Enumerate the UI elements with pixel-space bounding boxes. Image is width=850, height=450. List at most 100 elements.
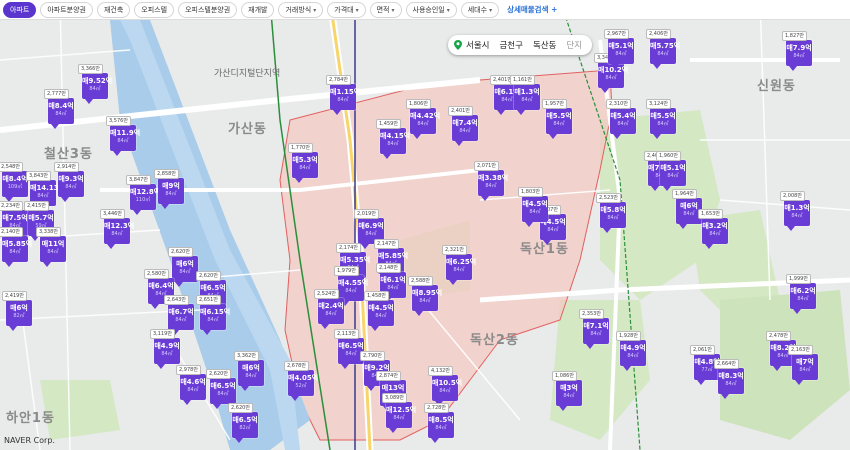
listing-marker[interactable]: 1,459만 매4.15억 84㎡ (376, 119, 410, 159)
sale-price: 매4.42억 (410, 112, 441, 120)
sale-price: 매4.5억 (368, 304, 394, 312)
listing-marker[interactable]: 3,576만 매11.9억 84㎡ (106, 116, 140, 156)
listing-marker[interactable]: 2,914만 매9.3억 84㎡ (54, 162, 84, 202)
price-per-pyeong: 2,140만 (0, 227, 23, 237)
listing-marker[interactable]: 2,620만매6.5억84㎡ (206, 369, 236, 409)
listing-marker[interactable]: 3,124만 매5.5억 84㎡ (646, 99, 676, 139)
listing-marker[interactable]: 2,071만 매3.38억 84㎡ (474, 161, 508, 201)
listing-marker[interactable]: 2,967만 매5.1억 84㎡ (604, 29, 634, 69)
sale-price: 매6.5억 (200, 284, 226, 292)
listing-marker[interactable]: 2,784만 매1.15억 84㎡ (326, 75, 360, 115)
location-breadcrumb[interactable]: 서울시 금천구 독산동 단지 (448, 35, 592, 55)
listing-marker[interactable]: 1,458만 매4.5억 84㎡ (364, 291, 394, 331)
listing-marker[interactable]: 3,119만 매4.9억 84㎡ (150, 329, 180, 369)
listing-marker[interactable]: 2,310만 매5.4억 84㎡ (606, 99, 636, 139)
listing-marker[interactable]: 2,588만 매8.95억 84㎡ (408, 276, 442, 316)
unit-area: 84㎡ (217, 391, 229, 397)
listing-marker[interactable]: 2,321만 매6.25억 84㎡ (442, 245, 476, 285)
listing-marker[interactable]: 2,548만 매8.4억 109㎡ (0, 162, 28, 202)
price-per-pyeong: 2,148만 (376, 263, 401, 273)
listing-marker[interactable]: 1,999만 매6.2억 84㎡ (786, 274, 816, 314)
listing-marker[interactable]: 3,362만 매6억 84㎡ (234, 351, 264, 391)
listing-marker[interactable]: 1,161만 매1.3억 84㎡ (510, 75, 540, 115)
listing-marker[interactable]: 2,406만 매5.75억 84㎡ (646, 29, 680, 69)
price-per-pyeong: 1,827만 (782, 31, 807, 41)
listing-marker[interactable]: 2,401만 매7.4억 84㎡ (448, 106, 478, 146)
listing-marker[interactable]: 2,523만 매5.8억 84㎡ (596, 193, 626, 233)
breadcrumb-dong[interactable]: 독산동 (533, 39, 556, 51)
listing-marker[interactable]: 2,524만 매2.4억 84㎡ (314, 289, 344, 329)
listing-marker[interactable]: 1,960만 매5.1억 84㎡ (656, 151, 686, 191)
filter-officetel-presale[interactable]: 오피스텔분양권 (178, 1, 238, 18)
listing-marker[interactable]: 1,653만 매3.2억 84㎡ (698, 209, 728, 249)
price-per-pyeong: 1,960만 (656, 151, 681, 161)
filter-bar: 아파트 아파트분양권 재건축 오피스텔 오피스텔분양권 재개발 거래방식 ▾ 가격… (0, 0, 850, 20)
listing-marker[interactable]: 1,086만 매3억 84㎡ (552, 371, 582, 411)
filter-area[interactable]: 면적 ▾ (369, 1, 402, 18)
sale-price: 매8.3억 (718, 372, 744, 380)
listing-marker[interactable]: 2,728만 매8.5억 84㎡ (424, 403, 454, 443)
listing-marker[interactable]: 1,827만 매7.9억 84㎡ (782, 31, 812, 71)
sale-price: 매1.3억 (784, 204, 810, 212)
listing-marker[interactable]: 3,366만 매9.52억 84㎡ (78, 64, 112, 104)
filter-redevelopment[interactable]: 재개발 (241, 1, 275, 18)
price-per-pyeong: 2,664만 (714, 359, 739, 369)
unit-area: 84㎡ (485, 183, 497, 189)
listing-marker[interactable]: 2,643만 매6.7억 84㎡ (164, 295, 194, 335)
listing-marker[interactable]: 2,651만 매6.15억 84㎡ (196, 295, 230, 335)
location-pin-icon (454, 40, 462, 50)
listing-marker[interactable]: 4,132만 매10.5억 84㎡ (428, 366, 462, 406)
listing-marker[interactable]: 3,089만 매12.5억 84㎡ (382, 393, 416, 433)
listing-marker[interactable]: 2,008만 매1.3억 84㎡ (780, 191, 810, 231)
listing-marker[interactable]: 2,353만 매7.1억 84㎡ (579, 309, 609, 349)
unit-area: 84㎡ (709, 231, 721, 237)
listing-marker[interactable]: 3,338만 매11억 84㎡ (36, 227, 66, 267)
price-per-pyeong: 3,119만 (150, 329, 175, 339)
filter-apartment[interactable]: 아파트 (3, 1, 37, 18)
listing-marker[interactable]: 2,419만 매6억 82㎡ (2, 291, 32, 331)
filter-approval-date[interactable]: 사용승인일 ▾ (405, 1, 457, 18)
sale-price: 매3.2억 (702, 222, 728, 230)
unit-area: 84㎡ (345, 288, 357, 294)
unit-area: 84㎡ (207, 317, 219, 323)
unit-area: 84㎡ (161, 351, 173, 357)
listing-marker[interactable]: 2,858만 매9억 84㎡ (154, 169, 184, 209)
unit-area: 84㎡ (667, 173, 679, 179)
sale-price: 매8.4억 (2, 175, 28, 183)
listing-marker[interactable]: 2,620만 매6억 84㎡ (168, 247, 198, 287)
sale-price: 매6억 (10, 304, 28, 312)
listing-marker[interactable]: 1,957만 매5.5억 84㎡ (542, 99, 572, 139)
price-per-pyeong: 1,806만 (406, 99, 431, 109)
breadcrumb-city[interactable]: 서울시 (466, 39, 489, 51)
listing-marker[interactable]: 2,140만 매5.85억 84㎡ (0, 227, 32, 267)
sale-price: 매6.1억 (380, 276, 406, 284)
filter-officetel[interactable]: 오피스텔 (134, 1, 175, 18)
price-per-pyeong: 2,588만 (408, 276, 433, 286)
filter-households[interactable]: 세대수 ▾ (460, 1, 500, 18)
sale-price: 매6.2억 (790, 287, 816, 295)
filter-apartment-presale[interactable]: 아파트분양권 (40, 1, 93, 18)
listing-marker[interactable]: 3,446만 매12.3억 84㎡ (100, 209, 134, 249)
sale-price: 매7억 (796, 358, 814, 366)
price-per-pyeong: 2,163만 (788, 345, 813, 355)
breadcrumb-district[interactable]: 금천구 (499, 39, 522, 51)
filter-price[interactable]: 가격대 ▾ (327, 1, 366, 18)
listing-marker[interactable]: 2,620만 매6.5억 82㎡ (228, 403, 258, 443)
advanced-search-link[interactable]: 상세매물검색 + (507, 4, 557, 15)
listing-marker[interactable]: 2,978만 매4.6억 84㎡ (176, 365, 206, 405)
area-label: 신원동 (757, 79, 796, 94)
filter-trade-type[interactable]: 거래방식 ▾ (278, 1, 324, 18)
listing-marker[interactable]: 2,163만 매7억 84㎡ (788, 345, 818, 385)
listing-marker[interactable]: 2,777만 매8.4억 84㎡ (44, 89, 74, 129)
listing-marker[interactable]: 1,803만 매4.5억 84㎡ (518, 187, 548, 227)
listing-marker[interactable]: 3,847만 매12.8억 110㎡ (126, 175, 160, 215)
unit-area: 84㎡ (337, 97, 349, 103)
breadcrumb-complex[interactable]: 단지 (566, 39, 582, 51)
listing-marker[interactable]: 1,928만 매4.9억 84㎡ (616, 331, 646, 371)
listing-marker[interactable]: 2,678만 매4.05억 52㎡ (284, 361, 318, 401)
filter-reconstruction[interactable]: 재건축 (96, 1, 131, 18)
listing-marker[interactable]: 2,664만매8.3억 84㎡ (714, 359, 744, 399)
unit-area: 84㎡ (725, 381, 737, 387)
listing-marker[interactable]: 1,806만 매4.42억 84㎡ (406, 99, 441, 139)
listing-marker[interactable]: 1,770만 매5.3억 84㎡ (288, 143, 318, 183)
